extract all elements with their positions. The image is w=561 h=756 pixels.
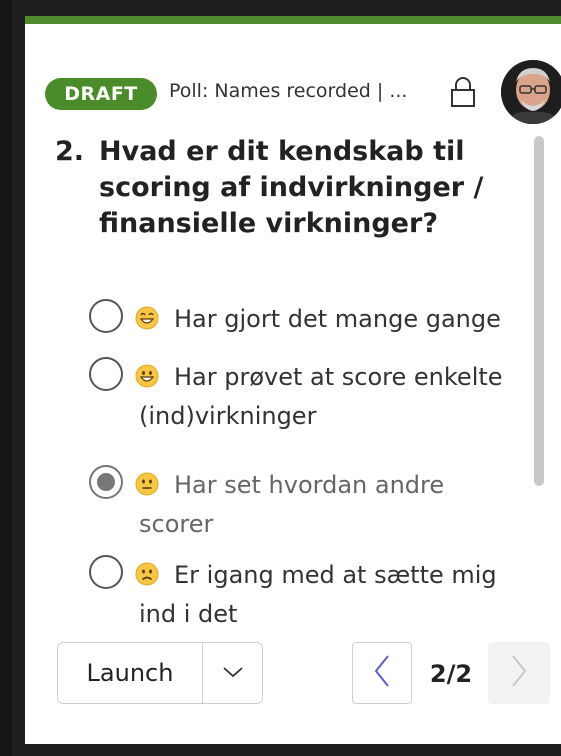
launch-dropdown-button[interactable] <box>203 643 262 703</box>
card-header: DRAFT Poll: Names recorded | ... <box>43 44 561 124</box>
launch-button[interactable]: Launch <box>58 643 202 703</box>
option-label: Er igang med at sætte mig ind i det <box>139 561 497 628</box>
option-label: Har gjort det mange gange <box>174 305 501 333</box>
chevron-down-icon <box>222 664 244 683</box>
option-label: Har prøvet at score enkelte (ind)virknin… <box>139 363 503 430</box>
poll-title: Poll: Names recorded | ... <box>169 80 408 102</box>
scrollbar[interactable] <box>534 136 544 486</box>
option-label: Har set hvordan andre scorer <box>139 471 445 538</box>
radio-button[interactable] <box>89 357 123 391</box>
question-number: 2. <box>55 136 85 167</box>
radio-button-selected[interactable] <box>89 465 123 499</box>
window-top-bar <box>0 0 561 16</box>
window-left-edge <box>0 0 12 756</box>
poll-card: DRAFT Poll: Names recorded | ... 2. Hvad… <box>25 16 561 744</box>
launch-split-button: Launch <box>57 642 263 704</box>
lock-icon <box>448 75 478 109</box>
chevron-left-icon <box>372 654 392 692</box>
status-badge: DRAFT <box>45 78 157 110</box>
radio-button[interactable] <box>89 555 123 589</box>
avatar[interactable] <box>501 60 561 124</box>
radio-button[interactable] <box>89 299 123 333</box>
question-text: Hvad er dit kendskab til scoring af indv… <box>99 136 484 239</box>
chevron-right-icon <box>509 654 529 692</box>
previous-question-button[interactable] <box>352 642 412 704</box>
next-question-button[interactable] <box>488 642 550 704</box>
page-indicator: 2/2 <box>429 660 473 688</box>
